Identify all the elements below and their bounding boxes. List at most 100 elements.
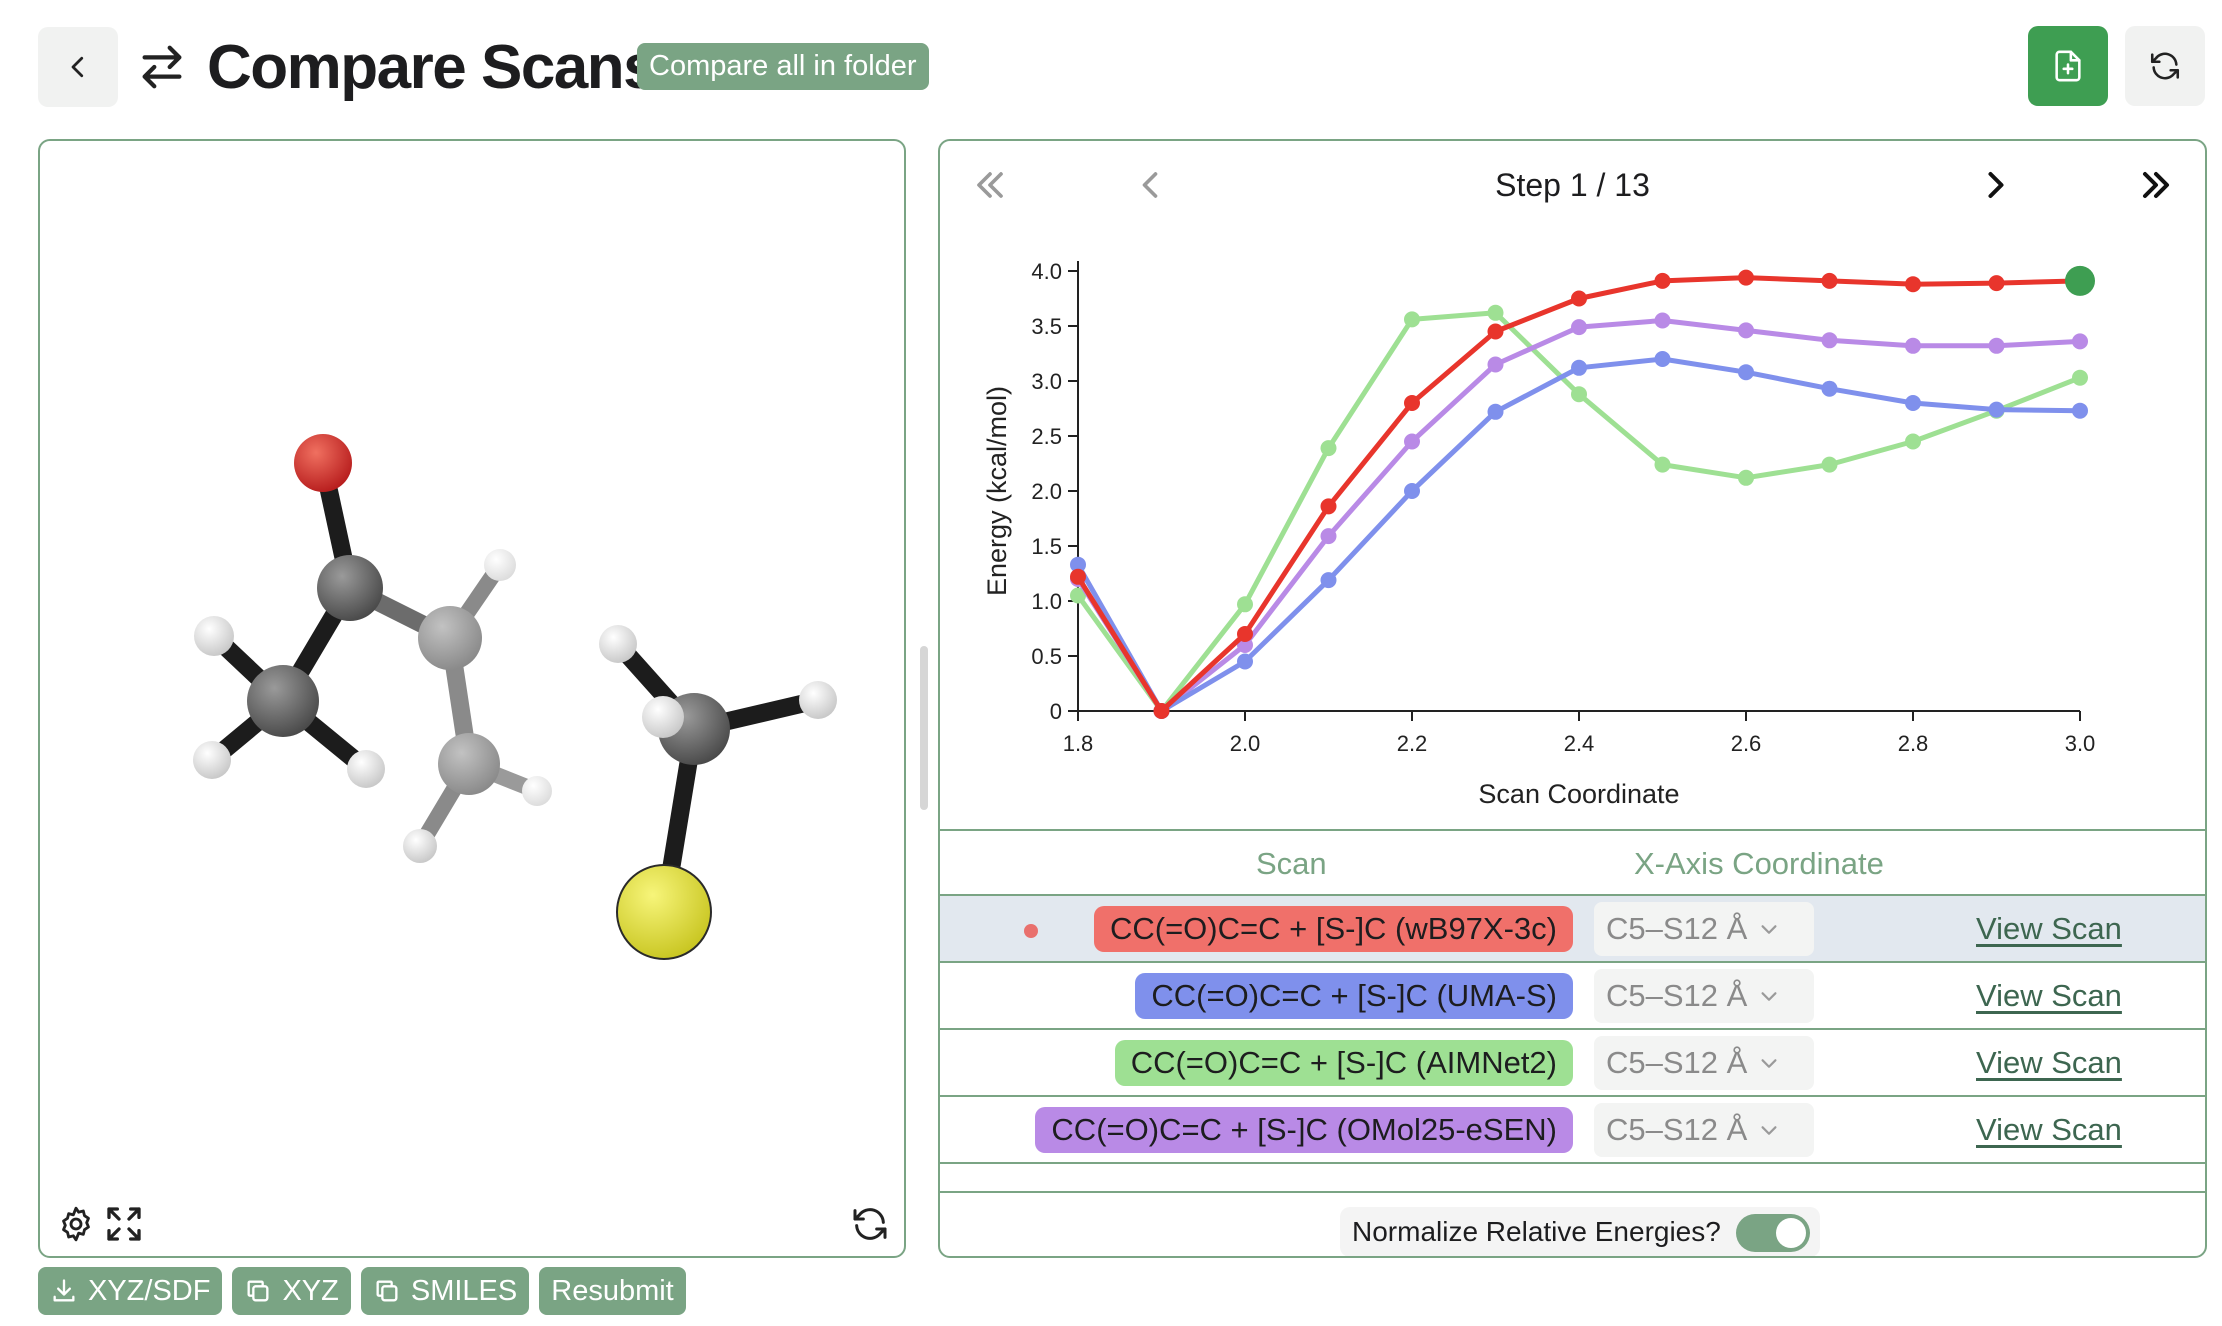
y-tick-label: 1.5 xyxy=(1031,534,1062,559)
coordinate-select[interactable]: C5–S12 Å xyxy=(1594,1103,1814,1157)
scan-name-tag[interactable]: CC(=O)C=C + [S-]C (AIMNet2) xyxy=(1114,1040,1573,1086)
data-point xyxy=(1487,403,1504,420)
data-point xyxy=(1821,456,1838,473)
selected-indicator xyxy=(1024,924,1038,938)
copy-smiles-button[interactable]: SMILES xyxy=(360,1267,530,1315)
y-tick-label: 1.0 xyxy=(1031,589,1062,614)
copy-icon xyxy=(247,1280,269,1302)
data-point xyxy=(1571,359,1587,376)
coordinate-select[interactable]: C5–S12 Å xyxy=(1594,969,1814,1023)
normalize-energies-toggle[interactable] xyxy=(1736,1214,1810,1252)
settings-gear-icon[interactable] xyxy=(56,1204,96,1244)
step-navigator: Step 1 / 13 xyxy=(940,141,2205,229)
scan-name-tag[interactable]: CC(=O)C=C + [S-]C (UMA-S) xyxy=(1135,973,1573,1019)
table-header: Scan X-Axis Coordinate xyxy=(940,829,2205,896)
data-point xyxy=(1320,528,1337,545)
x-tick-label: 2.2 xyxy=(1397,731,1428,756)
view-scan-link[interactable]: View Scan xyxy=(1976,963,2122,1028)
molecule-3d-view[interactable] xyxy=(40,141,906,1258)
data-point xyxy=(1654,272,1671,289)
copy-xyz-button[interactable]: XYZ xyxy=(232,1267,351,1315)
fullscreen-expand-icon[interactable] xyxy=(104,1204,144,1244)
table-row[interactable]: CC(=O)C=C + [S-]C (wB97X-3c) C5–S12 Å Vi… xyxy=(940,896,2205,963)
file-plus-icon xyxy=(2055,50,2081,82)
new-file-button[interactable] xyxy=(2028,26,2108,106)
data-point xyxy=(1487,356,1504,373)
x-tick-label: 2.8 xyxy=(1898,731,1929,756)
data-point xyxy=(1320,498,1337,515)
coordinate-value: C5–S12 Å xyxy=(1606,911,1748,946)
scan-comparison-panel: Step 1 / 13 0 0.5 1.0 1.5 2.0 2.5 3.0 3.5 4.0 1.8… xyxy=(938,139,2207,1258)
y-axis-label: Energy (kcal/mol) xyxy=(982,386,1012,596)
view-scan-link[interactable]: View Scan xyxy=(1976,896,2122,961)
current-step-marker xyxy=(2065,265,2095,296)
back-button[interactable] xyxy=(38,27,118,107)
coordinate-value: C5–S12 Å xyxy=(1606,1112,1748,1147)
data-point xyxy=(1487,323,1504,340)
view-scan-link[interactable]: View Scan xyxy=(1976,1097,2122,1162)
data-point xyxy=(1738,469,1754,486)
data-point xyxy=(1988,275,2005,292)
y-tick-label: 3.5 xyxy=(1031,314,1062,339)
data-point xyxy=(1320,440,1337,457)
data-point xyxy=(1654,312,1671,329)
data-point xyxy=(1738,269,1754,286)
data-point xyxy=(1738,322,1754,339)
refresh-button[interactable] xyxy=(2125,26,2205,106)
coordinate-select[interactable]: C5–S12 Å xyxy=(1594,902,1814,956)
data-point xyxy=(1320,572,1337,589)
data-point xyxy=(1821,332,1838,349)
download-xyz-sdf-button[interactable]: XYZ/SDF xyxy=(38,1267,223,1315)
data-point xyxy=(1070,568,1086,585)
y-tick-label: 0 xyxy=(1050,699,1062,724)
copy-smiles-label: SMILES xyxy=(410,1275,518,1307)
data-point xyxy=(1487,304,1504,321)
divider xyxy=(940,1191,2205,1193)
refresh-icon xyxy=(2150,52,2180,80)
chevron-down-icon xyxy=(1761,1059,1777,1068)
next-step-icon[interactable] xyxy=(1974,163,2018,207)
data-point xyxy=(1905,276,1921,293)
column-header-x-axis-coordinate: X-Axis Coordinate xyxy=(1634,846,1884,881)
chevron-left-icon xyxy=(71,56,84,78)
data-point xyxy=(1237,626,1253,642)
download-xyz-sdf-label: XYZ/SDF xyxy=(88,1275,211,1307)
x-tick-label: 2.4 xyxy=(1564,731,1595,756)
data-point xyxy=(1905,433,1921,450)
y-tick-label: 3.0 xyxy=(1031,369,1062,394)
resubmit-button[interactable]: Resubmit xyxy=(539,1267,686,1315)
page-title: Compare Scans xyxy=(207,33,658,102)
compare-all-in-folder-button[interactable]: Compare all in folder xyxy=(637,43,929,90)
data-point xyxy=(1153,703,1170,719)
copy-xyz-label: XYZ xyxy=(282,1275,339,1307)
y-tick-label: 2.0 xyxy=(1031,479,1062,504)
normalize-energies-control: Normalize Relative Energies? xyxy=(1340,1207,1820,1256)
data-point xyxy=(1905,395,1921,411)
reset-view-icon[interactable] xyxy=(850,1204,890,1244)
y-tick-label: 2.5 xyxy=(1031,424,1062,449)
coordinate-select[interactable]: C5–S12 Å xyxy=(1594,1036,1814,1090)
scan-name-tag[interactable]: CC(=O)C=C + [S-]C (OMol25-eSEN) xyxy=(1035,1107,1573,1153)
data-point xyxy=(1821,272,1838,289)
last-step-icon[interactable] xyxy=(2134,163,2178,207)
data-point xyxy=(1654,351,1671,367)
scan-table: Scan X-Axis Coordinate CC(=O)C=C + [S-]C… xyxy=(940,829,2205,1164)
table-row[interactable]: CC(=O)C=C + [S-]C (AIMNet2) C5–S12 Å Vie… xyxy=(940,1030,2205,1097)
table-row[interactable]: CC(=O)C=C + [S-]C (UMA-S) C5–S12 Å View … xyxy=(940,963,2205,1030)
data-point xyxy=(1654,456,1671,473)
y-tick-label: 0.5 xyxy=(1031,644,1062,669)
x-axis-label: Scan Coordinate xyxy=(1478,779,1679,809)
resize-handle[interactable] xyxy=(920,646,928,810)
series-line xyxy=(1075,275,2081,714)
x-tick-label: 2.6 xyxy=(1731,731,1762,756)
copy-icon xyxy=(376,1280,398,1302)
table-row[interactable]: CC(=O)C=C + [S-]C (OMol25-eSEN) C5–S12 Å… xyxy=(940,1097,2205,1164)
molecule-viewer[interactable] xyxy=(38,139,906,1258)
data-point xyxy=(1905,337,1921,354)
toggle-knob xyxy=(1776,1218,1806,1248)
data-point xyxy=(1571,290,1587,307)
view-scan-link[interactable]: View Scan xyxy=(1976,1030,2122,1095)
swap-arrows-icon xyxy=(142,45,182,89)
data-point xyxy=(1571,319,1587,336)
scan-name-tag[interactable]: CC(=O)C=C + [S-]C (wB97X-3c) xyxy=(1093,906,1573,952)
